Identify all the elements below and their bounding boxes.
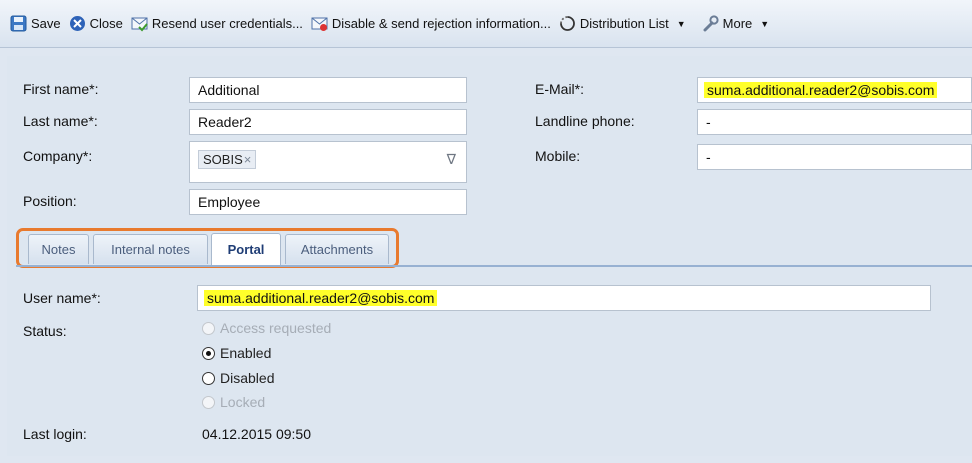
mobile-label: Mobile: <box>535 148 581 164</box>
last-name-field[interactable]: Reader2 <box>189 109 467 135</box>
wrench-icon <box>702 15 719 32</box>
chevron-down-icon[interactable]: ▼ <box>760 19 769 29</box>
chevron-down-icon[interactable]: ▼ <box>677 19 686 29</box>
tab-strip-line <box>16 265 972 267</box>
more-button[interactable]: More ▼ <box>702 15 778 32</box>
first-name-label: First name*: <box>23 81 99 97</box>
radio-button[interactable] <box>202 346 215 360</box>
company-label: Company*: <box>23 148 93 164</box>
remove-tag-icon[interactable]: × <box>244 152 252 167</box>
position-label: Position: <box>23 193 77 209</box>
contact-form-window: Save Close Resend user credentials... Di… <box>0 0 972 463</box>
toolbar: Save Close Resend user credentials... Di… <box>0 0 972 48</box>
position-field[interactable]: Employee <box>189 189 467 215</box>
distribution-list-icon <box>559 15 576 32</box>
mobile-field[interactable]: - <box>697 144 972 170</box>
email-field[interactable]: suma.additional.reader2@sobis.com <box>697 77 972 103</box>
distribution-label: Distribution List <box>579 16 669 31</box>
status-label: Status: <box>23 323 67 339</box>
resend-credentials-button[interactable]: Resend user credentials... <box>131 15 303 32</box>
status-option-label: Locked <box>220 394 266 410</box>
first-name-field[interactable]: Additional <box>189 77 467 103</box>
save-button[interactable]: Save <box>10 15 61 32</box>
disable-label: Disable & send rejection information... <box>331 16 551 31</box>
last-login-label: Last login: <box>23 426 87 442</box>
radio-button <box>202 321 215 335</box>
landline-phone-label: Landline phone: <box>535 113 635 129</box>
radio-button[interactable] <box>202 371 215 385</box>
username-field[interactable]: suma.additional.reader2@sobis.com <box>197 285 931 311</box>
distribution-list-button[interactable]: Distribution List ▼ <box>559 15 694 32</box>
status-access-requested-option: Access requested <box>202 320 331 336</box>
save-label: Save <box>31 16 61 31</box>
status-locked-option: Locked <box>202 394 265 410</box>
status-option-label: Disabled <box>220 370 275 386</box>
last-login-value: 04.12.2015 09:50 <box>202 426 311 442</box>
mail-check-icon <box>131 15 148 32</box>
close-label: Close <box>89 16 123 31</box>
resend-label: Resend user credentials... <box>151 16 303 31</box>
status-option-label: Access requested <box>220 320 332 336</box>
dropdown-triangle-icon[interactable]: ∇ <box>447 151 456 168</box>
status-disabled-option[interactable]: Disabled <box>202 370 274 386</box>
tab-internal-notes[interactable]: Internal notes <box>93 234 208 264</box>
company-tag: SOBIS× <box>198 150 257 169</box>
tab-attachments[interactable]: Attachments <box>285 234 389 264</box>
tab-notes[interactable]: Notes <box>28 234 89 264</box>
mail-reject-icon <box>311 15 328 32</box>
more-label: More <box>722 16 753 31</box>
email-label: E-Mail*: <box>535 81 585 97</box>
close-button[interactable]: Close <box>69 15 123 32</box>
status-option-label: Enabled <box>220 345 272 361</box>
save-icon <box>10 15 27 32</box>
last-name-label: Last name*: <box>23 113 98 129</box>
tab-portal[interactable]: Portal <box>211 233 281 265</box>
company-select[interactable]: SOBIS× ∇ <box>189 141 467 183</box>
disable-send-rejection-button[interactable]: Disable & send rejection information... <box>311 15 551 32</box>
username-label: User name*: <box>23 290 101 306</box>
landline-phone-field[interactable]: - <box>697 109 972 135</box>
status-enabled-option[interactable]: Enabled <box>202 345 271 361</box>
close-icon <box>69 15 86 32</box>
radio-button <box>202 395 215 409</box>
